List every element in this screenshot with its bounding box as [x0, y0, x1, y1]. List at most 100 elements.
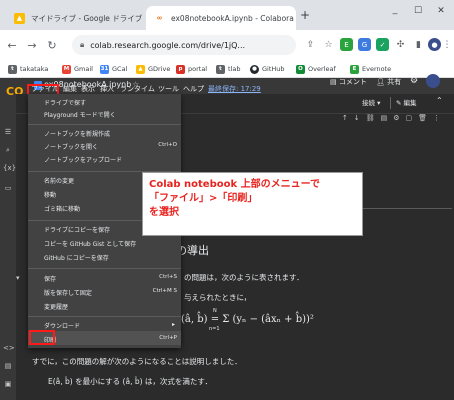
portal-icon: p	[176, 64, 185, 74]
drive-icon: ▲	[136, 64, 145, 74]
calendar-icon: 31	[100, 64, 109, 74]
menu-item-upload-notebook[interactable]: ノートブックをアップロード	[44, 155, 122, 164]
bookmark-gcal[interactable]: 31 GCal	[100, 63, 127, 75]
collapse-icon[interactable]: ⌃	[436, 96, 443, 105]
terminal-icon[interactable]: ▣	[3, 380, 13, 390]
menu-tools[interactable]: ツール	[158, 84, 179, 94]
share-button[interactable]: 👤︎ 共有	[376, 77, 401, 87]
pencil-icon: ✎	[396, 99, 402, 107]
colab-icon: ∞	[154, 12, 165, 24]
last-saved[interactable]: 最終保存: 17:29	[208, 84, 261, 94]
settings-gear-icon[interactable]: ⚙	[410, 76, 418, 86]
evernote-ext-icon[interactable]: E	[340, 38, 353, 51]
back-icon[interactable]: ←	[4, 37, 20, 53]
user-avatar[interactable]	[426, 74, 440, 88]
tab-colab[interactable]: ∞ ex08notebookA.ipynb - Colabora ✕	[146, 6, 296, 30]
extension-icon[interactable]: ✓	[376, 38, 389, 51]
command-palette-icon[interactable]: ▤	[3, 362, 13, 372]
edit-mode-button[interactable]: ✎ 編集	[396, 97, 417, 107]
share-people-icon: 👤︎	[376, 78, 385, 86]
bookmark-tlab[interactable]: t tlab	[216, 63, 240, 75]
delete-icon[interactable]: 🗑︎	[418, 114, 427, 126]
url-field[interactable]: 🔒︎ colab.research.google.com/drive/1jQ..…	[72, 35, 296, 55]
settings-icon[interactable]: ⚙	[393, 114, 399, 126]
menu-item-save-pin-revision[interactable]: 版を保存して固定	[44, 288, 92, 297]
menu-item-locate-in-drive[interactable]: ドライブで探す	[44, 98, 86, 107]
menu-edit[interactable]: 編集	[63, 84, 77, 94]
tab-title: ex08notebookA.ipynb - Colabora	[171, 13, 294, 23]
sum-upper-limit: N	[213, 308, 217, 314]
menu-item-revision-history[interactable]: 変更履歴	[44, 302, 68, 311]
menu-item-open-notebook[interactable]: ノートブックを開く	[44, 142, 98, 151]
bookmark-portal[interactable]: p portal	[176, 63, 207, 75]
menu-item-save-github[interactable]: GitHub にコピーを保存	[44, 253, 109, 262]
menu-separator	[28, 268, 181, 269]
bookmark-gdrive[interactable]: ▲ GDrive	[136, 63, 170, 75]
more-icon[interactable]: ⋮	[433, 114, 440, 126]
tab-google-drive[interactable]: ▲ マイドライブ - Google ドライブ ✕	[6, 6, 146, 30]
text-line: 与えられたときに，	[184, 293, 252, 302]
profile-avatar[interactable]: ●	[428, 38, 441, 51]
arrow-down-icon[interactable]: ↓	[354, 114, 360, 126]
menu-view[interactable]: 表示	[81, 84, 95, 94]
shortcut: Ctrl+M S	[152, 288, 177, 294]
folder-icon[interactable]: ▭	[3, 184, 13, 194]
forward-icon[interactable]: →	[24, 37, 40, 53]
bookmark-gmail[interactable]: M Gmail	[62, 63, 93, 75]
bookmark-star-icon[interactable]: ☆	[322, 38, 335, 51]
menu-item-save-copy-drive[interactable]: ドライブにコピーを保存	[44, 225, 110, 234]
arrow-up-icon[interactable]: ↑	[342, 114, 348, 126]
comment-icon[interactable]: ▤	[381, 114, 388, 126]
close-tab-icon[interactable]: ✕	[294, 14, 296, 23]
bookmarks-bar: t takataka M Gmail 31 GCal ▲ GDrive p portal …	[0, 60, 454, 78]
bookmark-overleaf[interactable]: O Overleaf	[296, 63, 336, 75]
lock-icon: 🔒︎	[80, 40, 85, 49]
reload-icon[interactable]: ↻	[44, 37, 60, 53]
math-equation: (â, b̂) = Σ (yₙ − (âxₙ + b̂))²	[181, 314, 314, 325]
extension-icon[interactable]: G	[358, 38, 371, 51]
menu-item-new-notebook[interactable]: ノートブックを新規作成	[44, 129, 110, 138]
code-snippets-icon[interactable]: <>	[3, 344, 15, 354]
connect-button[interactable]: 接続 ▾	[362, 97, 380, 107]
menu-help[interactable]: ヘルプ	[183, 84, 204, 94]
evernote-icon: E	[350, 64, 359, 74]
minimize-icon[interactable]: ‒	[384, 9, 406, 19]
menu-item-trash[interactable]: ゴミ箱に移動	[44, 204, 80, 213]
menu-runtime[interactable]: ランタイム	[120, 84, 155, 94]
text-line: の問題は，次のように表されます．	[184, 273, 304, 282]
share-page-icon[interactable]: ⇪	[304, 38, 317, 51]
side-panel-icon[interactable]: ▮	[412, 38, 425, 51]
browser-menu-icon[interactable]: ⋮	[443, 38, 452, 51]
github-icon: ●	[250, 64, 259, 74]
menu-item-move[interactable]: 移動	[44, 190, 56, 199]
collapse-section-icon[interactable]: ▾	[16, 274, 20, 282]
maximize-icon[interactable]: ☐	[407, 6, 429, 16]
shortcut: Ctrl+S	[159, 274, 177, 280]
overleaf-icon: O	[296, 64, 305, 74]
menu-item-save[interactable]: 保存	[44, 274, 56, 283]
menu-insert[interactable]: 挿入	[100, 84, 114, 94]
comment-button[interactable]: ▤ コメント	[330, 77, 367, 87]
bookmark-github[interactable]: ● GitHub	[250, 63, 285, 75]
variables-icon[interactable]: {x}	[3, 164, 16, 174]
bookmark-takataka[interactable]: t takataka	[8, 63, 48, 75]
url-text: colab.research.google.com/drive/1jQ...	[90, 40, 246, 50]
divider	[390, 97, 391, 109]
shortcut: Ctrl+O	[158, 142, 177, 148]
menu-separator	[28, 316, 181, 317]
google-drive-icon: ▲	[14, 12, 25, 24]
search-icon[interactable]: ⌕	[3, 146, 13, 156]
mirror-icon[interactable]: ▢	[406, 114, 413, 126]
menu-item-download[interactable]: ダウンロード	[44, 321, 80, 330]
link-icon[interactable]: ⛓	[366, 114, 375, 126]
close-window-icon[interactable]: ✕	[430, 6, 452, 16]
toc-icon[interactable]: ☰	[3, 128, 13, 138]
new-tab-button[interactable]: +	[300, 8, 310, 22]
menu-item-save-gist[interactable]: コピーを GitHub Gist として保存	[44, 239, 136, 248]
extensions-puzzle-icon[interactable]: ✣	[394, 38, 407, 51]
print-highlight	[29, 330, 55, 345]
bookmark-evernote[interactable]: E Evernote	[350, 63, 391, 75]
bookmark-icon: t	[8, 64, 17, 74]
menu-item-playground[interactable]: Playground モードで開く	[44, 110, 116, 119]
menu-item-rename[interactable]: 名前の変更	[44, 176, 74, 185]
